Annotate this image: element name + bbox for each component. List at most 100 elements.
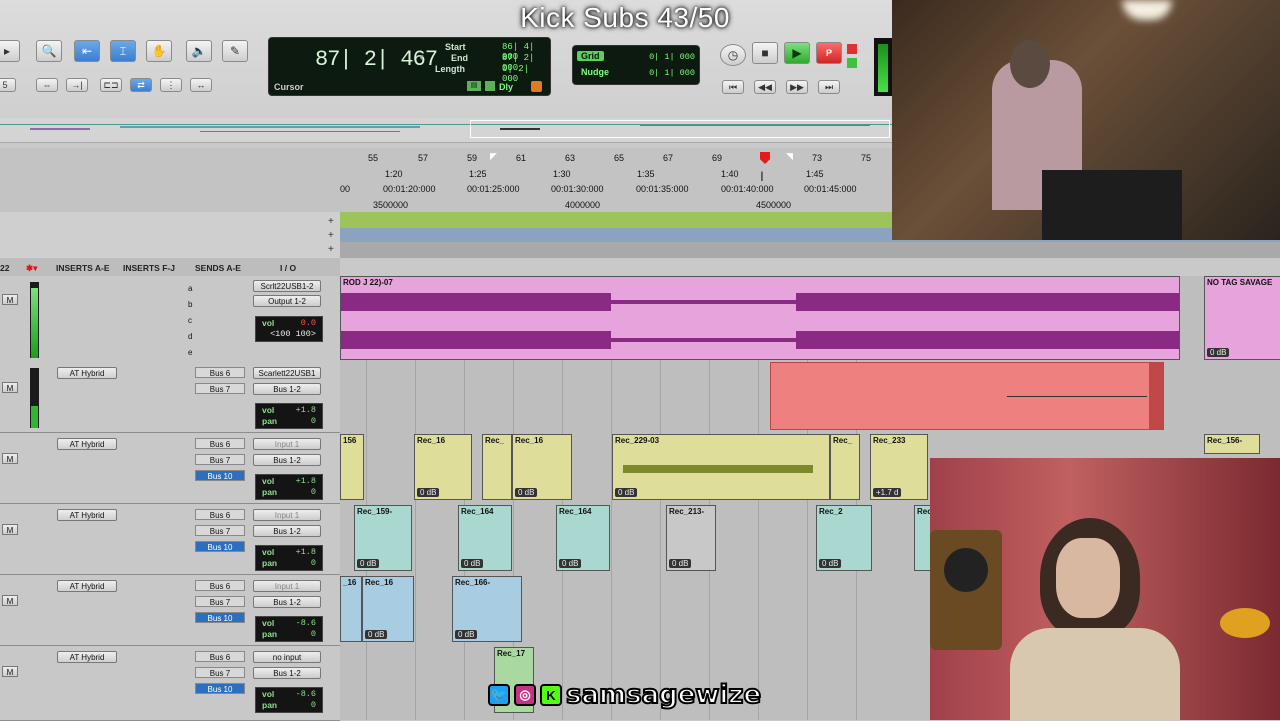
clip-gain[interactable]: 0 dB (669, 559, 692, 568)
output-selector[interactable]: Bus 1-2 (253, 667, 321, 679)
volume-pan-display[interactable]: vol +1.8 pan 0 (255, 403, 323, 429)
send-a-slot[interactable]: Bus 6 (195, 367, 245, 378)
insertion-follows-icon[interactable]: ↔ (190, 78, 212, 92)
audio-clip[interactable]: Rec_16 0 dB (512, 434, 572, 500)
mute-button[interactable]: M (2, 524, 18, 535)
add-tempo-icon[interactable]: + (328, 230, 334, 241)
pan-value[interactable]: <100 100> (270, 329, 316, 339)
input-selector[interactable]: Scarlett22USB1 (253, 367, 321, 379)
counter-dropdown-icon[interactable]: ▾ (419, 52, 424, 63)
audio-clip[interactable]: Rec_16 0 dB (414, 434, 472, 500)
vol-value[interactable]: -8.6 (296, 689, 316, 699)
selector-tool-icon[interactable]: ⌶ (110, 40, 136, 62)
input-selector[interactable]: Input 1 (253, 509, 321, 521)
record-button[interactable]: P (816, 42, 842, 64)
link-timeline-icon[interactable]: ⊏⊐ (100, 78, 122, 92)
audio-clip[interactable]: Rec_229-03 0 dB (612, 434, 830, 500)
add-marker-icon[interactable]: + (328, 216, 334, 227)
send-b-slot[interactable]: b (188, 300, 192, 309)
vol-value[interactable]: -8.6 (296, 618, 316, 628)
beat-clip-2[interactable]: NO TAG SAVAGE 0 dB (1204, 276, 1280, 360)
send-c-slot[interactable]: Bus 10 (195, 683, 245, 694)
output-selector[interactable]: Bus 1-2 (253, 596, 321, 608)
countoff-icon[interactable] (531, 81, 542, 92)
vol-value[interactable]: +1.8 (296, 547, 316, 557)
trim-tool-icon[interactable]: ⇤ (74, 40, 100, 62)
clip-gain[interactable]: 0 dB (819, 559, 842, 568)
input-monitor-icon[interactable] (847, 58, 857, 68)
send-b-slot[interactable]: Bus 7 (195, 596, 245, 607)
timeline-rulers[interactable]: 55 57 59 61 63 65 67 69 73 75 ◤ ◥ 1:20 1… (0, 148, 892, 212)
output-selector[interactable]: Bus 1-2 (253, 383, 321, 395)
send-a-slot[interactable]: Bus 6 (195, 438, 245, 449)
grid-value[interactable]: 0| 1| 000 (649, 52, 695, 62)
output-selector[interactable]: Output 1-2 (253, 295, 321, 307)
audio-clip[interactable]: Rec_16 0 dB (362, 576, 414, 642)
input-selector[interactable]: Input 1 (253, 438, 321, 450)
nudge-value[interactable]: 0| 1| 000 (649, 68, 695, 78)
audio-clip[interactable]: _16 (340, 576, 362, 642)
markers-ruler[interactable] (340, 212, 892, 228)
playhead-marker-icon[interactable] (760, 152, 770, 164)
zoom-toggle-icon[interactable]: ⇔ (36, 78, 58, 92)
audio-clip[interactable]: 156 (340, 434, 364, 500)
send-a-slot[interactable]: Bus 6 (195, 651, 245, 662)
track-row-vocal-2[interactable]: M AT Hybrid Bus 6 Bus 7 Bus 10 Input 1 B… (0, 433, 340, 504)
beat-clip[interactable]: ROD J 22)-07 (340, 276, 1180, 360)
send-e-slot[interactable]: e (188, 348, 192, 357)
pan-value[interactable]: 0 (311, 558, 316, 568)
length-value[interactable]: 0| 2| 000 (502, 64, 550, 84)
audio-clip[interactable]: Rec_164 0 dB (458, 505, 512, 571)
volume-pan-display[interactable]: vol +1.8 pan 0 (255, 545, 323, 571)
post-roll-icon[interactable] (485, 81, 495, 91)
mirror-midi-icon[interactable]: ⋮ (160, 78, 182, 92)
clip-gain[interactable]: +1.7 d (873, 488, 902, 497)
clip-gain[interactable]: 0 dB (365, 630, 388, 639)
send-b-slot[interactable]: Bus 7 (195, 525, 245, 536)
return-to-zero-icon[interactable]: ⏮ (722, 80, 744, 94)
audio-clip[interactable]: Rec_2 0 dB (816, 505, 872, 571)
link-track-edit-icon[interactable]: ⇄ (130, 78, 152, 92)
toolbar-left-button[interactable]: ▸ (0, 40, 20, 62)
output-selector[interactable]: Bus 1-2 (253, 525, 321, 537)
vol-value[interactable]: +1.8 (296, 405, 316, 415)
mute-button[interactable]: M (2, 453, 18, 464)
selection-end-marker-icon[interactable]: ◥ (786, 151, 793, 162)
meter-ruler[interactable] (340, 242, 1280, 258)
mode-5-button[interactable]: 5 (0, 78, 16, 92)
send-c-slot[interactable]: c (188, 316, 192, 325)
clip-gain[interactable]: 0 dB (515, 488, 538, 497)
pan-value[interactable]: 0 (311, 487, 316, 497)
audio-clip[interactable]: Rec_166- 0 dB (452, 576, 522, 642)
send-a-slot[interactable]: Bus 6 (195, 580, 245, 591)
volume-pan-display[interactable]: vol 0.0 <100 100> (255, 316, 323, 342)
send-b-slot[interactable]: Bus 7 (195, 667, 245, 678)
track-row-vocal-3[interactable]: M AT Hybrid Bus 6 Bus 7 Bus 10 Input 1 B… (0, 504, 340, 575)
clip-gain[interactable]: 0 dB (357, 559, 380, 568)
main-counter[interactable]: 87| 2| 467 ▾ Cursor Start End Length 86|… (268, 37, 551, 96)
volume-pan-display[interactable]: vol -8.6 pan 0 (255, 687, 323, 713)
audio-clip[interactable]: Rec_ (482, 434, 512, 500)
insert-slot-a[interactable]: AT Hybrid (57, 438, 117, 450)
zoom-tool-icon[interactable]: 🔍 (36, 40, 62, 62)
send-c-slot[interactable]: Bus 10 (195, 612, 245, 623)
stop-button[interactable]: ■ (752, 42, 778, 64)
grid-label[interactable]: Grid (577, 51, 604, 61)
add-meter-icon[interactable]: + (328, 244, 334, 255)
send-d-slot[interactable]: d (188, 332, 192, 341)
tab-to-transient-icon[interactable]: →| (66, 78, 88, 92)
volume-pan-display[interactable]: vol +1.8 pan 0 (255, 474, 323, 500)
clip-gain[interactable]: 0 dB (417, 488, 440, 497)
track-row-vocal-1[interactable]: M AT Hybrid Bus 6 Bus 7 Scarlett22USB1 B… (0, 362, 340, 433)
vol-value[interactable]: 0.0 (301, 318, 316, 328)
online-clock-icon[interactable]: ◷ (720, 44, 746, 66)
go-to-end-icon[interactable]: ⏭ (818, 80, 840, 94)
clip-gain[interactable]: 0 dB (461, 559, 484, 568)
recording-clip[interactable] (770, 362, 1164, 430)
insert-slot-a[interactable]: AT Hybrid (57, 651, 117, 663)
insert-slot-a[interactable]: AT Hybrid (57, 367, 117, 379)
input-selector[interactable]: Scrlt22USB1-2 (253, 280, 321, 292)
clip-gain[interactable]: 0 dB (559, 559, 582, 568)
send-c-slot[interactable]: Bus 10 (195, 470, 245, 481)
mute-button[interactable]: M (2, 382, 18, 393)
